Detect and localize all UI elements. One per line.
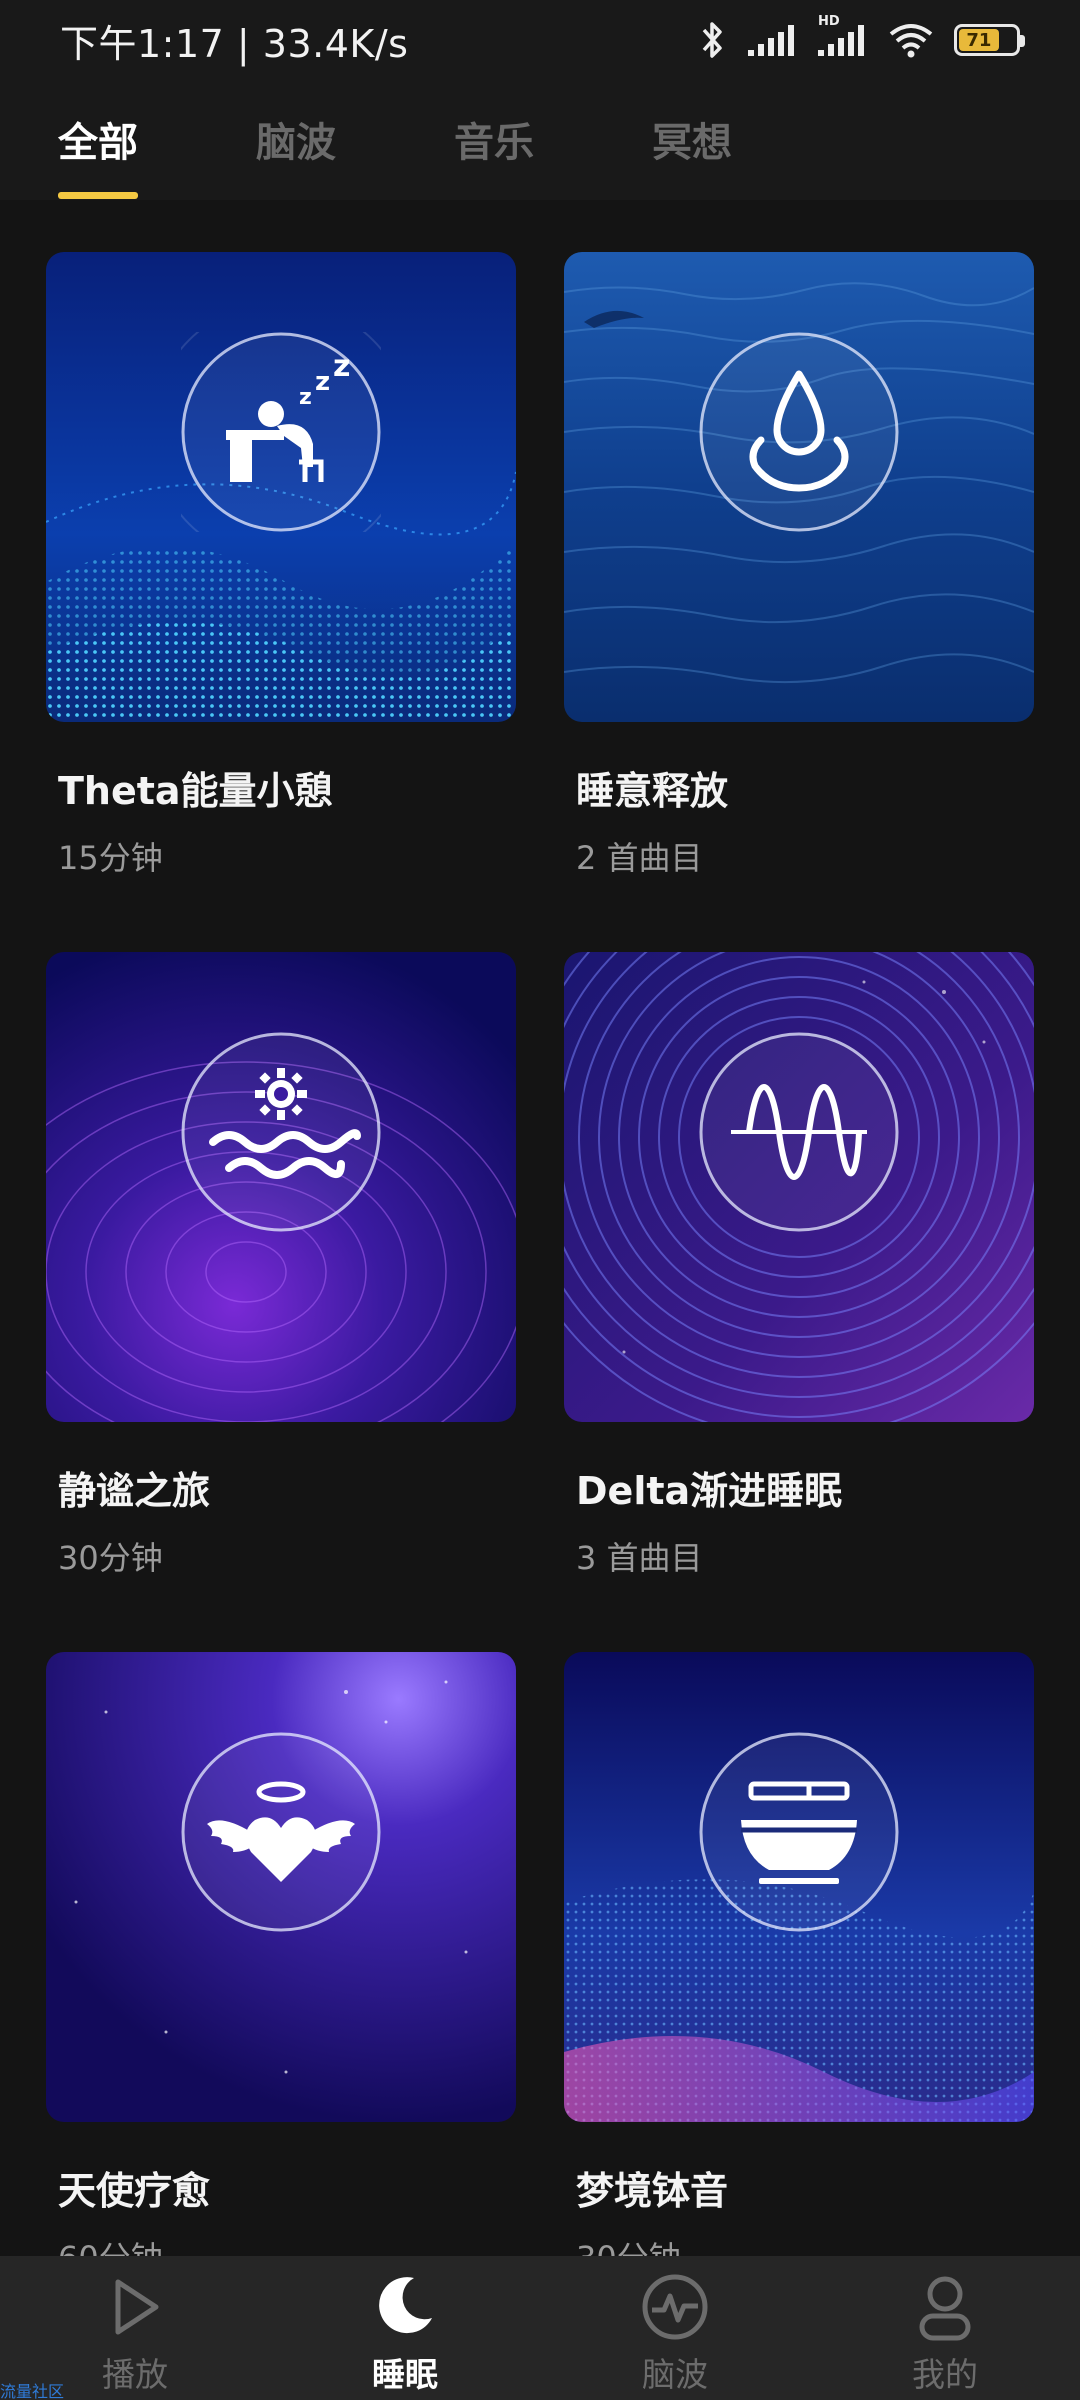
card-artwork xyxy=(564,952,1034,1422)
card-track-count: 2 首曲目 xyxy=(576,839,703,877)
card-artwork xyxy=(564,252,1034,722)
water-drop-icon xyxy=(699,332,899,532)
sine-wave-icon xyxy=(699,1032,899,1232)
card-duration: 30分钟 xyxy=(58,1539,163,1577)
sun-over-waves-icon xyxy=(181,1032,381,1232)
content-card[interactable]: 天使疗愈 60分钟 xyxy=(46,1652,516,2352)
tab-brainwave[interactable]: 脑波 xyxy=(256,80,454,200)
card-artwork xyxy=(564,1652,1034,2122)
tab-all[interactable]: 全部 xyxy=(58,80,256,200)
hd-badge: HD xyxy=(818,14,840,29)
angel-heart-icon xyxy=(181,1732,381,1932)
svg-text:z: z xyxy=(333,349,350,384)
card-title: 梦境钵音 xyxy=(576,2169,729,2213)
nav-profile[interactable]: 我的 xyxy=(810,2256,1080,2400)
hd-signal: HD xyxy=(816,14,868,58)
tab-label: 脑波 xyxy=(256,120,336,166)
card-artwork xyxy=(46,1652,516,2122)
card-title: 天使疗愈 xyxy=(58,2169,211,2213)
nav-label: 脑波 xyxy=(642,2355,708,2394)
card-title: Delta渐进睡眠 xyxy=(576,1469,843,1513)
brainwave-icon xyxy=(642,2274,708,2340)
card-artwork: z z z xyxy=(46,252,516,722)
status-time-speed: 下午1:17 | 33.4K/s xyxy=(60,21,409,66)
card-track-count: 3 首曲目 xyxy=(576,1539,703,1577)
tab-label: 全部 xyxy=(58,120,138,166)
signal-icon xyxy=(748,25,794,56)
content-grid: z z z Theta能量小憩 15分钟 睡意释放 2 首曲目 静谧之旅 30分… xyxy=(46,252,1036,2352)
tab-meditation[interactable]: 冥想 xyxy=(652,80,850,200)
status-icons: HD 71 xyxy=(698,14,1025,60)
card-artwork xyxy=(46,952,516,1422)
user-icon xyxy=(919,2276,971,2341)
content-card[interactable]: 睡意释放 2 首曲目 xyxy=(564,252,1034,952)
bluetooth-icon xyxy=(702,22,722,58)
watermark-text: 流量社区 xyxy=(0,2382,65,2400)
nav-label: 睡眠 xyxy=(372,2355,438,2394)
battery-fill: 71 xyxy=(959,29,999,51)
svg-text:z: z xyxy=(315,367,330,397)
sleeping-at-desk-icon: z z z xyxy=(181,332,381,532)
moon-icon xyxy=(379,2277,432,2334)
status-bar: 下午1:17 | 33.4K/s HD 71 xyxy=(0,0,1080,80)
tab-label: 冥想 xyxy=(652,120,732,166)
play-icon xyxy=(115,2279,159,2335)
nav-label: 我的 xyxy=(912,2355,978,2394)
card-duration: 15分钟 xyxy=(58,839,163,877)
card-title: 睡意释放 xyxy=(576,769,729,813)
sleep-page: 下午1:17 | 33.4K/s HD 71 全部 脑波 音乐 冥想 z z z… xyxy=(0,0,1080,2400)
content-card[interactable]: 静谧之旅 30分钟 xyxy=(46,952,516,1652)
content-card[interactable]: z z z Theta能量小憩 15分钟 xyxy=(46,252,516,952)
nav-label: 播放 xyxy=(102,2355,168,2394)
battery-icon: 71 xyxy=(954,24,1025,56)
wifi-icon xyxy=(889,24,933,58)
category-tabs: 全部 脑波 音乐 冥想 xyxy=(0,80,1080,200)
content-card[interactable]: Delta渐进睡眠 3 首曲目 xyxy=(564,952,1034,1652)
card-title: 静谧之旅 xyxy=(58,1469,211,1513)
singing-bowl-icon xyxy=(699,1732,899,1932)
card-title: Theta能量小憩 xyxy=(58,769,333,813)
battery-level-text: 71 xyxy=(966,29,992,51)
nav-brainwave[interactable]: 脑波 xyxy=(540,2256,810,2400)
content-card[interactable]: 梦境钵音 30分钟 xyxy=(564,1652,1034,2352)
tab-label: 音乐 xyxy=(454,120,534,166)
active-tab-indicator xyxy=(58,192,138,199)
svg-text:z: z xyxy=(299,385,312,410)
bottom-nav: 播放 睡眠 脑波 我的 xyxy=(0,2256,1080,2400)
tab-music[interactable]: 音乐 xyxy=(454,80,652,200)
nav-sleep[interactable]: 睡眠 xyxy=(270,2256,540,2400)
